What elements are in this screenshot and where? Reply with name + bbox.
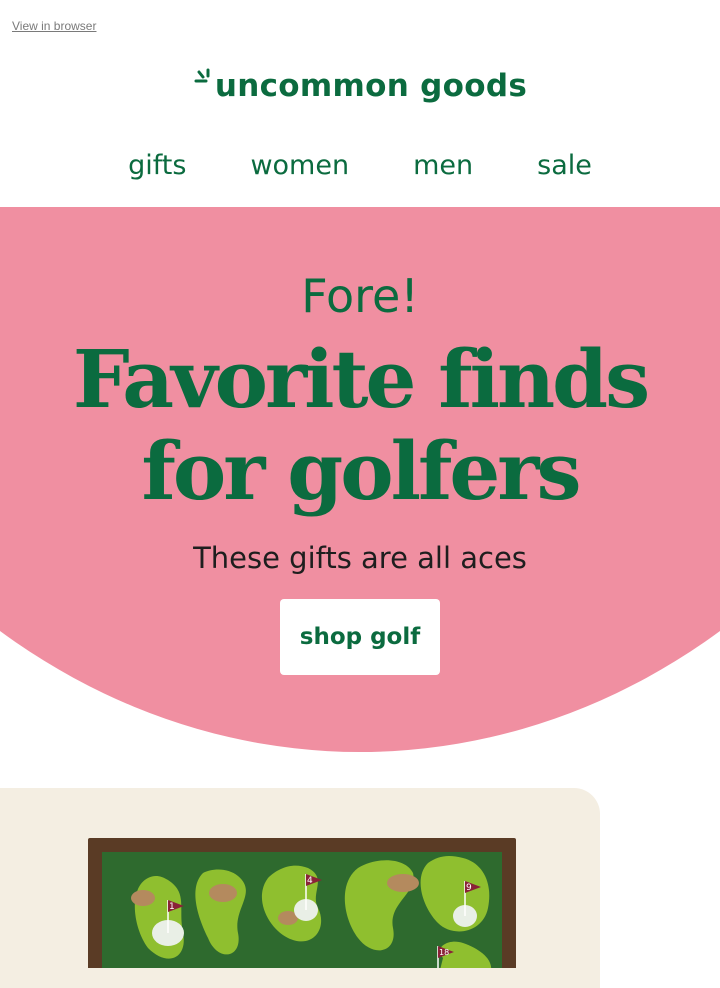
main-nav: gifts women men sale <box>0 150 720 181</box>
product-card[interactable]: 1 4 9 18 <box>0 788 600 988</box>
hero-content: Fore! Favorite finds for golfers These g… <box>0 207 720 675</box>
nav-item-women[interactable]: women <box>250 150 349 181</box>
hero-subhead: These gifts are all aces <box>193 541 527 575</box>
nav-item-men[interactable]: men <box>413 150 473 181</box>
golf-course-corkboard-image[interactable]: 1 4 9 18 <box>88 838 518 968</box>
hole-number: 4 <box>307 876 313 886</box>
view-in-browser-link[interactable]: View in browser <box>12 19 96 33</box>
nav-item-gifts[interactable]: gifts <box>128 150 186 181</box>
nav-item-sale[interactable]: sale <box>537 150 592 181</box>
hole-number: 1 <box>169 902 175 912</box>
logo[interactable]: uncommon goods <box>0 68 720 104</box>
logo-text: uncommon goods <box>214 68 528 104</box>
sparkle-icon <box>194 68 210 83</box>
hero-headline-line2: for golfers <box>141 424 582 518</box>
hero-headline-line1: Favorite finds <box>72 332 650 426</box>
hero-headline: Favorite finds for golfers <box>0 333 720 517</box>
hero-banner: Fore! Favorite finds for golfers These g… <box>0 207 720 753</box>
hole-number: 18 <box>439 948 449 957</box>
hole-number: 9 <box>466 883 472 893</box>
hero-eyebrow: Fore! <box>301 269 419 323</box>
shop-golf-button[interactable]: shop golf <box>280 599 440 675</box>
